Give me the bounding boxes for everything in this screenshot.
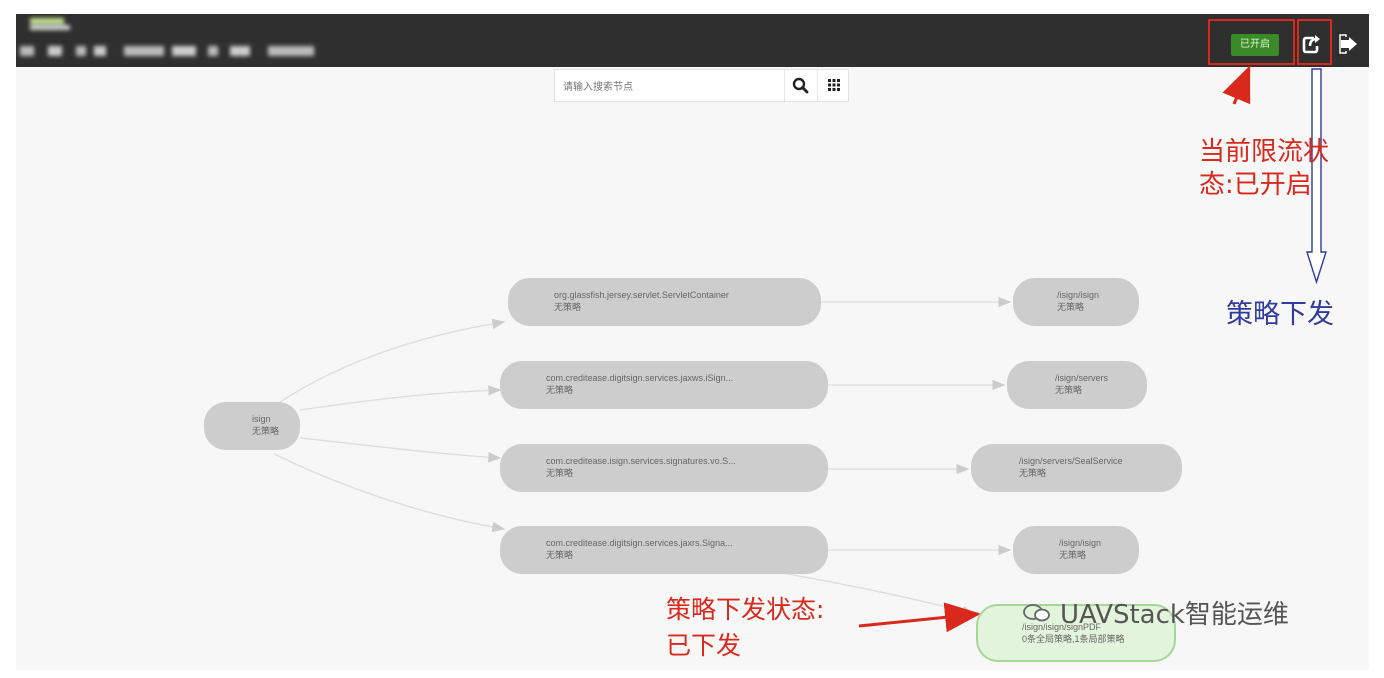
graph-node-jaxrs-signa[interactable]: com.creditease.digitsign.services.jaxrs.… [500, 526, 828, 574]
graph-node-jaxws-isign[interactable]: com.creditease.digitsign.services.jaxws.… [500, 361, 828, 409]
publish-status-annotation-text: 策略下发状态: 已下发 [666, 595, 825, 660]
graph-node-root[interactable]: isign 无策略 [204, 402, 300, 450]
status-annotation-text: 当前限流状 态:已开启 [1199, 137, 1330, 200]
graph-node-isign-servers[interactable]: /isign/servers 无策略 [1007, 361, 1147, 409]
watermark-text: UAVStack智能运维 [1060, 600, 1289, 630]
graph-node-signatures-vo[interactable]: com.creditease.isign.services.signatures… [500, 444, 828, 492]
publish-annotation-text: 策略下发 [1226, 299, 1334, 330]
watermark: UAVStack智能运维 [1022, 594, 1289, 631]
graph-node-isign-isign-1[interactable]: /isign/isign 无策略 [1013, 278, 1139, 326]
app-canvas: 已开启 请输入搜索节点 isign 无策略 org.glassfish.jers… [16, 14, 1369, 670]
wechat-icon [1022, 601, 1052, 631]
graph-node-servlet-container[interactable]: org.glassfish.jersey.servlet.ServletCont… [508, 278, 821, 326]
edge-root-c4 [273, 453, 506, 533]
publish-status-annotation-arrow [858, 602, 981, 633]
graph-node-seal-service[interactable]: /isign/servers/SealService 无策略 [971, 444, 1182, 492]
graph-node-isign-isign-2[interactable]: /isign/isign 无策略 [1013, 526, 1139, 574]
edge-root-c2 [299, 385, 502, 411]
status-annotation-arrow [1222, 65, 1251, 105]
edge-root-c1 [273, 318, 506, 407]
edge-root-c3 [299, 437, 502, 463]
